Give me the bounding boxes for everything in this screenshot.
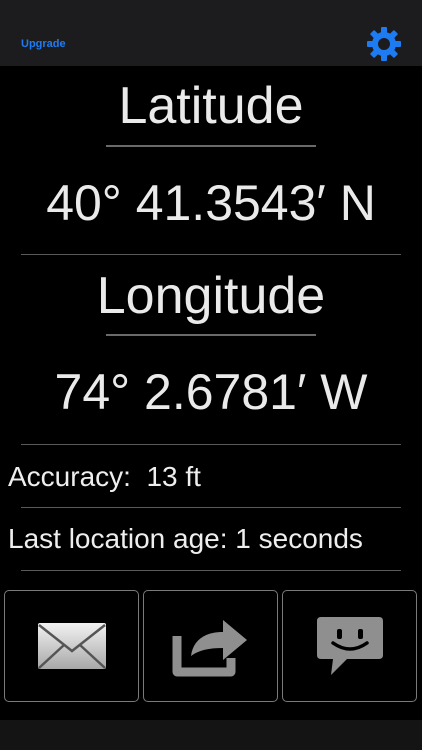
divider [21,254,401,255]
divider [21,444,401,445]
envelope-icon [37,623,106,669]
email-button[interactable] [4,590,139,702]
latitude-heading-underline [106,145,316,147]
upgrade-button[interactable]: Upgrade [21,38,66,50]
bottom-bar [0,720,422,750]
latitude-value: 40° 41.3543′ N [46,175,376,231]
longitude-heading: Longitude [96,267,326,325]
longitude-heading-underline [106,334,316,336]
message-button[interactable] [282,590,417,702]
gear-icon[interactable] [366,26,402,62]
divider [21,507,401,508]
share-arrow-icon [172,620,247,677]
longitude-value: 74° 2.6781′ W [54,364,368,420]
share-button[interactable] [143,590,278,702]
accuracy-text: Accuracy: 13 ft [8,461,201,492]
chat-bubble-icon [316,617,383,675]
latitude-heading: Latitude [118,77,304,135]
top-bar: Upgrade [0,0,422,66]
location-age-text: Last location age: 1 seconds [8,523,363,554]
divider [21,570,401,571]
